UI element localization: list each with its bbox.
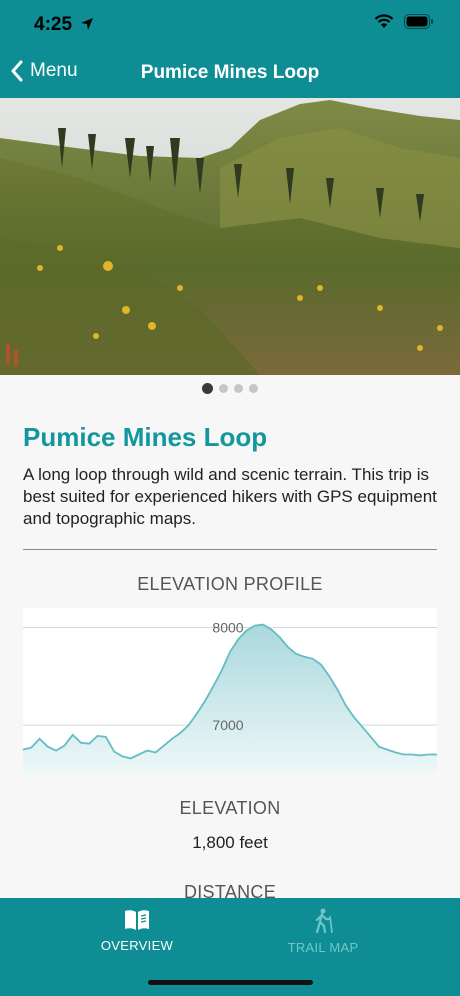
elevation-label: ELEVATION xyxy=(179,798,281,818)
landscape-photo xyxy=(0,98,460,375)
home-indicator xyxy=(148,980,313,985)
battery-icon xyxy=(404,14,433,29)
tab-trail-map[interactable]: TRAIL MAP xyxy=(253,908,393,955)
back-button-label: Menu xyxy=(30,60,78,81)
location-arrow-icon xyxy=(81,18,93,30)
tab-overview-label: OVERVIEW xyxy=(100,938,174,953)
status-bar: 4:25 xyxy=(0,0,460,48)
elevation-value: 1,800 feet xyxy=(192,833,268,852)
page-dot-1[interactable] xyxy=(202,383,213,394)
carousel-page-indicator[interactable] xyxy=(0,383,460,394)
wifi-icon xyxy=(374,14,394,28)
status-icons xyxy=(374,14,434,29)
divider xyxy=(23,549,437,550)
y-tick-label-8000: 8000 xyxy=(212,620,243,636)
trail-description: A long loop through wild and scenic terr… xyxy=(23,465,437,528)
tab-overview[interactable]: OVERVIEW xyxy=(67,908,207,953)
tab-trail-map-label: TRAIL MAP xyxy=(287,940,359,955)
trail-title: Pumice Mines Loop xyxy=(23,422,268,452)
back-button[interactable]: Menu xyxy=(10,60,78,82)
hiker-icon xyxy=(315,908,333,934)
elevation-profile-heading: ELEVATION PROFILE xyxy=(137,574,323,594)
trail-overview: Pumice Mines Loop A long loop through wi… xyxy=(23,420,437,530)
hero-photo[interactable] xyxy=(0,98,460,375)
y-tick-label-7000: 7000 xyxy=(212,717,243,733)
navigation-bar: Menu Pumice Mines Loop xyxy=(0,48,460,98)
chevron-left-icon xyxy=(11,60,23,82)
elevation-profile-chart: 7000 8000 xyxy=(23,608,437,774)
page-dot-2[interactable] xyxy=(219,384,228,393)
page-dot-3[interactable] xyxy=(234,384,243,393)
book-icon xyxy=(125,910,149,930)
page-dot-4[interactable] xyxy=(249,384,258,393)
status-time: 4:25 xyxy=(34,14,73,35)
